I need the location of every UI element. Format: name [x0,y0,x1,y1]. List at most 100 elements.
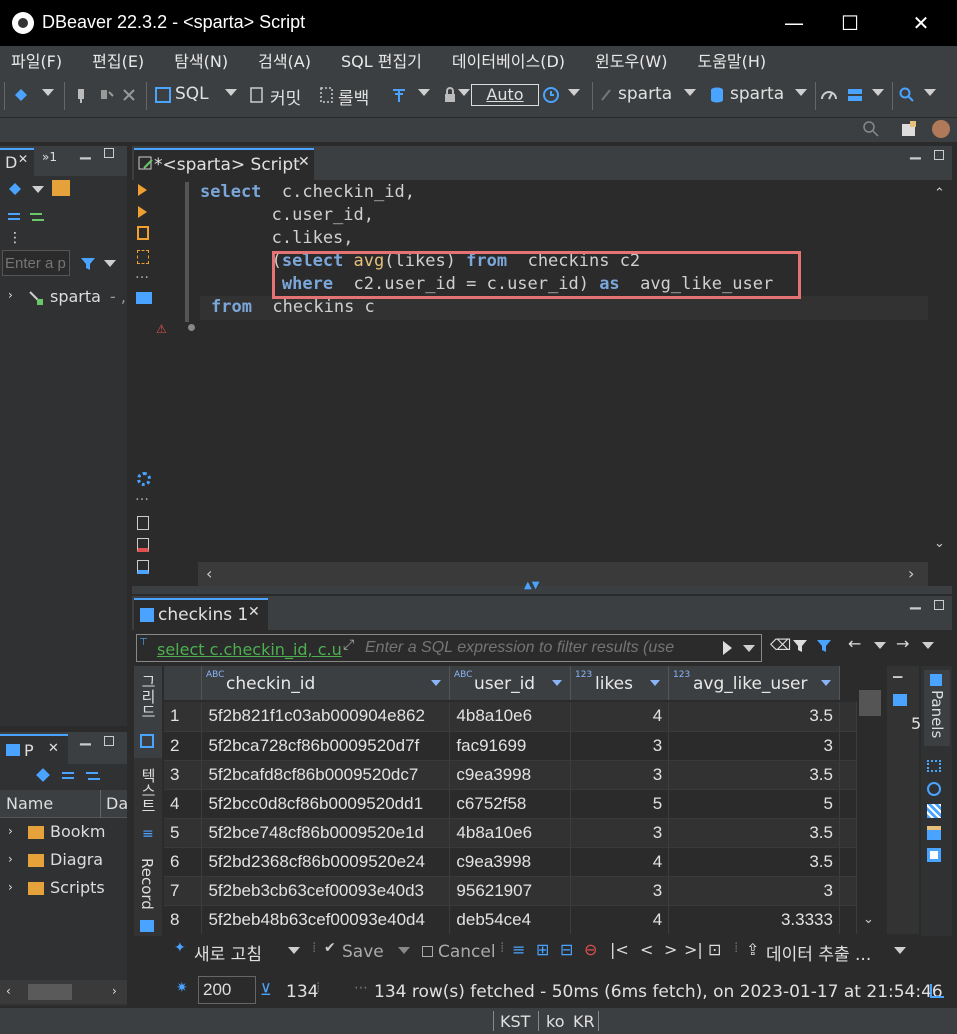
view-text-tab[interactable]: 텍스트 ≡ [134,762,162,850]
row-number-cell[interactable]: 5 [164,818,203,848]
edit-row-icon[interactable]: ≡ [512,940,525,959]
avg-like-user-cell[interactable]: 3.3333 [668,905,840,934]
tree-expand-icon[interactable]: › [8,880,13,894]
user-id-cell[interactable]: fac91699 [449,731,572,761]
sort-dropdown-icon[interactable] [821,680,831,686]
projects-horizontal-scrollbar[interactable]: ‹ › [0,980,127,1004]
disconnect-icon[interactable] [97,86,115,104]
scroll-right-icon[interactable]: › [112,984,117,998]
filter-dropdown-icon[interactable] [104,260,116,267]
likes-cell[interactable]: 5 [570,789,670,819]
view-record-tab[interactable]: Record [134,852,162,936]
collapse-all-icon[interactable] [6,209,24,223]
active-schema-selector[interactable]: sparta [730,84,784,104]
new-connection-small-dropdown-icon[interactable] [32,186,44,193]
delete-row-icon[interactable]: ⊖ [584,940,597,959]
history-forward-icon[interactable]: → [896,634,909,653]
row-count-icon[interactable]: ⊻ [260,980,272,999]
view-menu-icon[interactable]: ⋮ [8,230,22,246]
close-results-tab-icon[interactable]: ✕ [248,604,260,620]
row-number-cell[interactable]: 6 [164,847,203,877]
grid-vertical-scrollbar[interactable]: ⌄ [857,666,883,934]
expand-filter-icon[interactable]: ⤢ [343,637,354,653]
cancel-button[interactable]: Cancel [438,942,496,962]
table-row[interactable]: 6 5f2bd2368cf86b0009520e24 c9ea3998 4 3.5 [164,847,857,877]
tab-checkins-1[interactable]: checkins 1 ✕ [134,598,268,630]
fetch-size-input[interactable] [198,976,256,1004]
maximize-results-icon[interactable] [934,600,944,610]
column-header-checkin-id[interactable]: ABC checkin_id [202,666,450,700]
editor-results-splitter[interactable]: ▲▼ [132,580,952,594]
show-output-icon[interactable] [136,292,152,304]
sql-code-line[interactable]: select c.checkin_id, [200,182,415,202]
export-dropdown-icon[interactable] [894,947,906,954]
avg-like-user-cell[interactable]: 3 [668,731,840,761]
save-button[interactable]: Save [342,942,384,962]
row-number-cell[interactable]: 7 [164,876,203,906]
navigator-filter-input[interactable] [2,250,70,276]
copy-row-icon[interactable]: ⊟ [560,940,573,959]
user-id-cell[interactable]: c9ea3998 [449,847,572,877]
transaction-dropdown-icon[interactable] [418,89,430,96]
dbeaver-perspective-icon[interactable] [932,120,950,138]
filter-history-dropdown-icon[interactable] [743,645,755,652]
next-page-icon[interactable]: > [664,940,677,959]
sql-editor-icon[interactable] [154,86,172,104]
avg-like-user-cell[interactable]: 3.5 [668,760,840,790]
last-page-icon[interactable]: >| [684,940,703,959]
maximize-projects-icon[interactable] [104,736,114,746]
grid-scroll-down-icon[interactable]: ⌄ [863,912,874,927]
avg-like-user-cell[interactable]: 3.5 [668,847,840,877]
search-dropdown-icon[interactable] [924,89,936,96]
history-back-icon[interactable]: ← [848,634,861,653]
close-tab-icon[interactable]: ✕ [18,152,28,166]
splitter-toggle-icon[interactable]: ▲▼ [524,580,539,591]
tree-expand-icon[interactable]: › [8,824,13,838]
maximize-editor-icon[interactable] [934,150,944,160]
apply-filter-icon[interactable] [723,641,732,655]
menu-navigate[interactable]: 탐색(N) [159,48,243,72]
column-header-user-id[interactable]: ABC user_id [450,666,571,700]
user-id-cell[interactable]: 4b8a10e6 [449,702,572,732]
row-number-cell[interactable]: 2 [164,731,203,761]
scroll-left-icon[interactable]: ‹ [206,564,212,583]
checkin-id-cell[interactable]: 5f2bcafd8cf86b0009520dc7 [201,760,451,790]
minimize-projects-icon[interactable]: ▁ [80,730,91,746]
column-header-avg-like-user[interactable]: 123 avg_like_user [669,666,840,700]
invalidate-reconnect-icon[interactable] [120,86,138,104]
editor-horizontal-scrollbar[interactable]: ‹ › [198,562,928,586]
table-row[interactable]: 3 5f2bcafd8cf86b0009520dc7 c9ea3998 3 3.5 [164,760,857,790]
scroll-left-icon[interactable]: ‹ [6,984,11,998]
panel-grouping-icon[interactable] [927,804,941,818]
tab-database-navigator[interactable]: D ✕ [0,148,34,176]
checkin-id-cell[interactable]: 5f2b821f1c03ab000904e862 [201,702,451,732]
rollback-icon[interactable] [318,86,336,104]
active-datasource-selector[interactable]: sparta [618,84,672,104]
transaction-mode-auto-button[interactable]: Auto [471,84,539,106]
likes-cell[interactable]: 3 [570,760,670,790]
user-id-cell[interactable]: c9ea3998 [449,760,572,790]
tree-expand-icon[interactable]: › [8,288,13,302]
likes-cell[interactable]: 4 [570,905,670,934]
panel-value-icon[interactable] [893,694,907,706]
sort-dropdown-icon[interactable] [552,680,562,686]
likes-cell[interactable]: 4 [570,847,670,877]
project-item-diagrams[interactable]: Diagra [50,850,103,869]
results-filter-input[interactable] [365,637,717,659]
project-config-icon[interactable] [36,768,50,782]
minimize-panel-icon[interactable]: ▁ [80,144,91,160]
lock-icon[interactable] [441,86,459,104]
close-projects-tab-icon[interactable]: ✕ [48,741,59,756]
table-row[interactable]: 5 5f2bce748cf86b0009520e1d 4b8a10e6 3 3.5 [164,818,857,848]
new-connection-dropdown-icon[interactable] [42,89,54,96]
likes-cell[interactable]: 4 [570,702,670,732]
erd-dropdown-icon[interactable] [872,89,884,96]
checkin-id-cell[interactable]: 5f2bcc0d8cf86b0009520dd1 [201,789,451,819]
fetch-settings-icon[interactable]: ✷ [176,980,188,996]
avg-like-user-cell[interactable]: 3.5 [668,818,840,848]
save-dropdown-icon[interactable] [398,947,410,954]
cancel-icon[interactable] [422,946,433,957]
menu-window[interactable]: 윈도우(W) [580,48,682,72]
more-actions-icon[interactable]: … [135,266,149,282]
sql-dropdown-icon[interactable] [225,89,237,96]
